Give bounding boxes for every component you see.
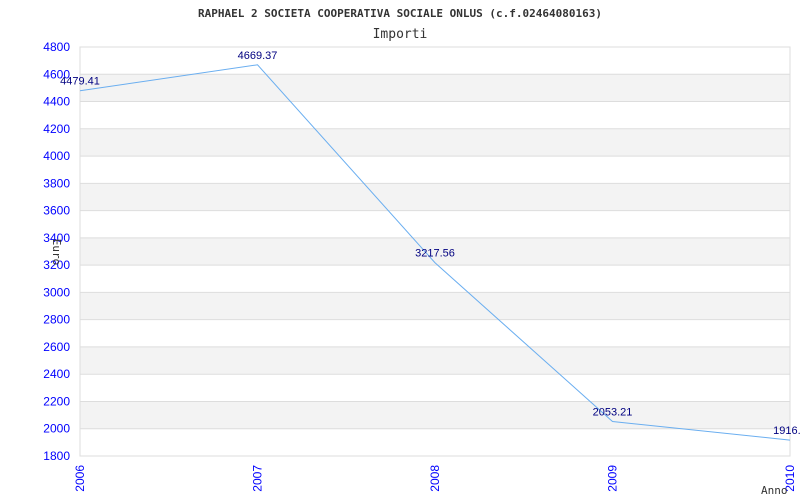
grid-band bbox=[80, 183, 790, 211]
grid-band bbox=[80, 401, 790, 429]
y-tick-label: 4800 bbox=[43, 40, 70, 54]
y-tick-label: 3600 bbox=[43, 204, 70, 218]
y-tick-label: 3800 bbox=[43, 176, 70, 190]
data-label: 4669.37 bbox=[238, 50, 278, 62]
data-label: 4479.41 bbox=[60, 76, 100, 88]
x-tick-label: 2007 bbox=[251, 465, 265, 492]
data-label: 2053.21 bbox=[593, 406, 633, 418]
line-chart: RAPHAEL 2 SOCIETA COOPERATIVA SOCIALE ON… bbox=[43, 7, 800, 497]
y-axis-label: Euro bbox=[50, 239, 63, 266]
y-tick-label: 4000 bbox=[43, 149, 70, 163]
y-tick-label: 2400 bbox=[43, 367, 70, 381]
y-tick-label: 4400 bbox=[43, 95, 70, 109]
x-tick-label: 2006 bbox=[73, 465, 87, 492]
x-tick-label: 2009 bbox=[606, 465, 620, 492]
grid-band bbox=[80, 346, 790, 375]
grid-band bbox=[80, 74, 790, 102]
y-tick-label: 2000 bbox=[43, 422, 70, 436]
y-tick-label: 1800 bbox=[43, 449, 70, 463]
grid-band bbox=[80, 128, 790, 157]
x-tick-label: 2008 bbox=[428, 465, 442, 492]
x-axis-label: Anno bbox=[761, 484, 788, 497]
chart-title: RAPHAEL 2 SOCIETA COOPERATIVA SOCIALE ON… bbox=[198, 7, 602, 20]
y-tick-label: 3000 bbox=[43, 285, 70, 299]
y-tick-label: 2200 bbox=[43, 394, 70, 408]
grid-band bbox=[80, 292, 790, 320]
chart-subtitle: Importi bbox=[373, 27, 428, 42]
y-tick-label: 2800 bbox=[43, 313, 70, 327]
y-tick-label: 2600 bbox=[43, 340, 70, 354]
y-tick-label: 4200 bbox=[43, 122, 70, 136]
data-label: 3217.56 bbox=[415, 248, 455, 260]
data-label: 1916.5 bbox=[773, 425, 800, 437]
